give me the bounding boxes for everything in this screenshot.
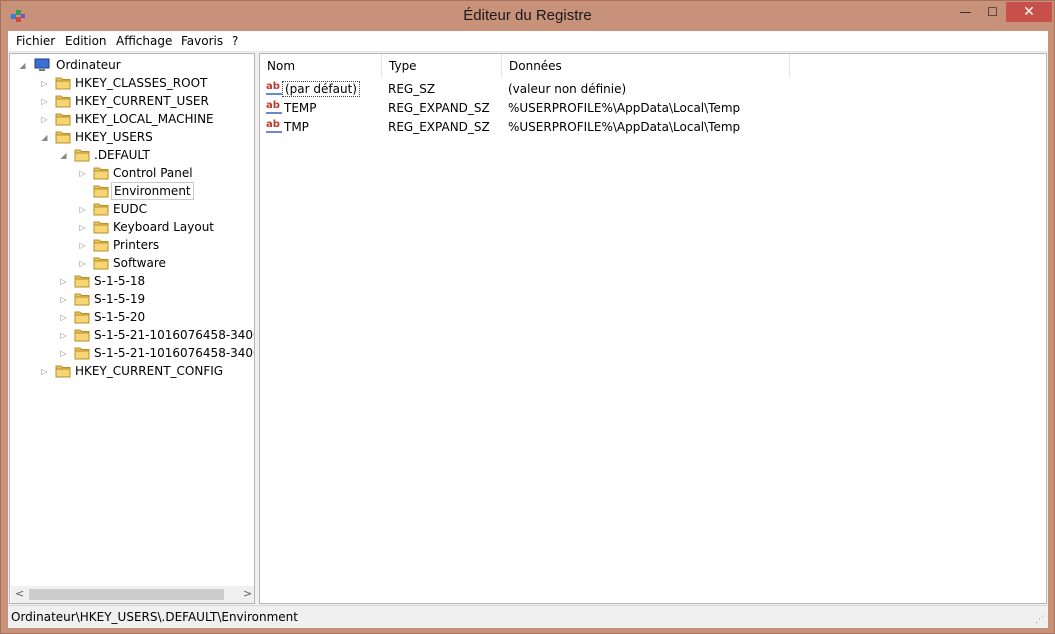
folder-icon	[55, 76, 71, 90]
status-path: Ordinateur\HKEY_USERS\.DEFAULT\Environme…	[11, 610, 298, 624]
collapse-arrow-icon[interactable]: ◢	[40, 133, 49, 142]
value-data: %USERPROFILE%\AppData\Local\Temp	[508, 120, 741, 134]
tree-item-label: HKEY_CLASSES_ROOT	[75, 76, 208, 90]
folder-icon	[93, 184, 109, 198]
tree-item-label: S-1-5-20	[94, 310, 146, 324]
value-row[interactable]: ab (par défaut) REG_SZ (valeur non défin…	[260, 80, 1046, 99]
collapse-arrow-icon[interactable]: ◢	[59, 151, 68, 160]
maximize-button[interactable]: ☐	[979, 2, 1006, 22]
tree-item-label: Software	[113, 256, 166, 270]
main-content: ◢ Ordinateur ▷ HKEY_CLASSES_ROOT ▷ HKEY_CUR…	[8, 52, 1048, 605]
expand-arrow-icon[interactable]: ▷	[40, 367, 49, 376]
menu-help[interactable]: ?	[232, 34, 238, 48]
expand-arrow-icon[interactable]: ▷	[59, 295, 68, 304]
expand-arrow-icon[interactable]: ▷	[78, 241, 87, 250]
window-title: Éditeur du Registre	[463, 7, 592, 24]
value-data: %USERPROFILE%\AppData\Local\Temp	[508, 101, 741, 115]
tree-item-label: HKEY_USERS	[75, 130, 153, 144]
tree-item-label: .DEFAULT	[94, 148, 150, 162]
menu-bar: Fichier Edition Affichage Favoris ?	[8, 31, 1048, 52]
value-type: REG_EXPAND_SZ	[388, 101, 490, 115]
scroll-left-icon[interactable]: <	[15, 587, 24, 600]
status-bar: Ordinateur\HKEY_USERS\.DEFAULT\Environme…	[8, 605, 1048, 628]
column-header-type[interactable]: Type	[382, 54, 502, 78]
string-value-icon: ab	[266, 81, 282, 95]
title-bar[interactable]: Éditeur du Registre — ☐ ✕	[1, 1, 1054, 31]
scroll-right-icon[interactable]: >	[243, 587, 252, 600]
values-list-pane[interactable]: Nom Type Données ab (par défaut) REG_SZ …	[259, 53, 1047, 604]
tree-item-label: Environment	[111, 182, 194, 200]
value-type: REG_EXPAND_SZ	[388, 120, 490, 134]
expand-arrow-icon[interactable]: ▷	[59, 331, 68, 340]
close-button[interactable]: ✕	[1006, 2, 1052, 22]
menu-fichier[interactable]: Fichier	[16, 34, 55, 48]
folder-icon	[93, 202, 109, 216]
folder-icon	[74, 274, 90, 288]
folder-icon	[55, 94, 71, 108]
value-row[interactable]: ab TMP REG_EXPAND_SZ %USERPROFILE%\AppDa…	[260, 118, 1046, 137]
collapse-arrow-icon[interactable]: ◢	[18, 61, 27, 70]
folder-icon	[74, 148, 90, 162]
tree-item-label: S-1-5-18	[94, 274, 146, 288]
folder-icon	[74, 292, 90, 306]
computer-icon	[34, 58, 50, 72]
scrollbar-thumb[interactable]	[29, 589, 224, 600]
minimize-button[interactable]: —	[952, 2, 979, 22]
registry-editor-window: Éditeur du Registre — ☐ ✕ Fichier Editio…	[0, 0, 1055, 634]
folder-icon	[74, 328, 90, 342]
value-name: TMP	[284, 120, 309, 134]
folder-icon	[55, 364, 71, 378]
tree-item-label: S-1-5-21-1016076458-34001699	[94, 346, 254, 360]
tree-item-label: S-1-5-21-1016076458-34001699	[94, 328, 254, 342]
folder-icon	[55, 112, 71, 126]
folder-icon	[74, 346, 90, 360]
expand-arrow-icon[interactable]: ▷	[78, 223, 87, 232]
tree-item-label: Control Panel	[113, 166, 193, 180]
folder-icon	[93, 238, 109, 252]
value-data: (valeur non définie)	[508, 82, 627, 96]
resize-grip-icon[interactable]: ⋰	[1035, 615, 1045, 625]
tree-horizontal-scrollbar[interactable]: < >	[11, 586, 254, 603]
tree-item-label: HKEY_CURRENT_USER	[75, 94, 209, 108]
expand-arrow-icon[interactable]: ▷	[59, 349, 68, 358]
folder-icon	[93, 256, 109, 270]
expand-arrow-icon[interactable]: ▷	[40, 97, 49, 106]
tree-label-ordinateur: Ordinateur	[56, 58, 121, 72]
tree-item-label: Keyboard Layout	[113, 220, 215, 234]
string-value-icon: ab	[266, 119, 282, 133]
value-row[interactable]: ab TEMP REG_EXPAND_SZ %USERPROFILE%\AppD…	[260, 99, 1046, 118]
expand-arrow-icon[interactable]: ▷	[78, 205, 87, 214]
expand-arrow-icon	[78, 187, 87, 196]
folder-icon	[93, 220, 109, 234]
column-header-donnees[interactable]: Données	[502, 54, 790, 78]
folder-icon	[55, 130, 71, 144]
value-type: REG_SZ	[388, 82, 436, 96]
expand-arrow-icon[interactable]: ▷	[59, 313, 68, 322]
menu-favoris[interactable]: Favoris	[181, 34, 223, 48]
expand-arrow-icon[interactable]: ▷	[78, 169, 87, 178]
value-name: (par défaut)	[282, 81, 360, 97]
column-header-nom[interactable]: Nom	[260, 54, 382, 78]
tree-item-label: HKEY_LOCAL_MACHINE	[75, 112, 214, 126]
tree-item-label: S-1-5-19	[94, 292, 146, 306]
menu-affichage[interactable]: Affichage	[116, 34, 172, 48]
tree-pane[interactable]: ◢ Ordinateur ▷ HKEY_CLASSES_ROOT ▷ HKEY_CUR…	[9, 53, 255, 604]
expand-arrow-icon[interactable]: ▷	[59, 277, 68, 286]
expand-arrow-icon[interactable]: ▷	[40, 79, 49, 88]
folder-icon	[74, 310, 90, 324]
tree-item-label: Printers	[113, 238, 160, 252]
expand-arrow-icon[interactable]: ▷	[40, 115, 49, 124]
tree-item-label: HKEY_CURRENT_CONFIG	[75, 364, 224, 378]
menu-edition[interactable]: Edition	[65, 34, 107, 48]
expand-arrow-icon[interactable]: ▷	[78, 259, 87, 268]
value-name: TEMP	[284, 101, 317, 115]
string-value-icon: ab	[266, 100, 282, 114]
tree-item-label: EUDC	[113, 202, 147, 216]
folder-icon	[93, 166, 109, 180]
